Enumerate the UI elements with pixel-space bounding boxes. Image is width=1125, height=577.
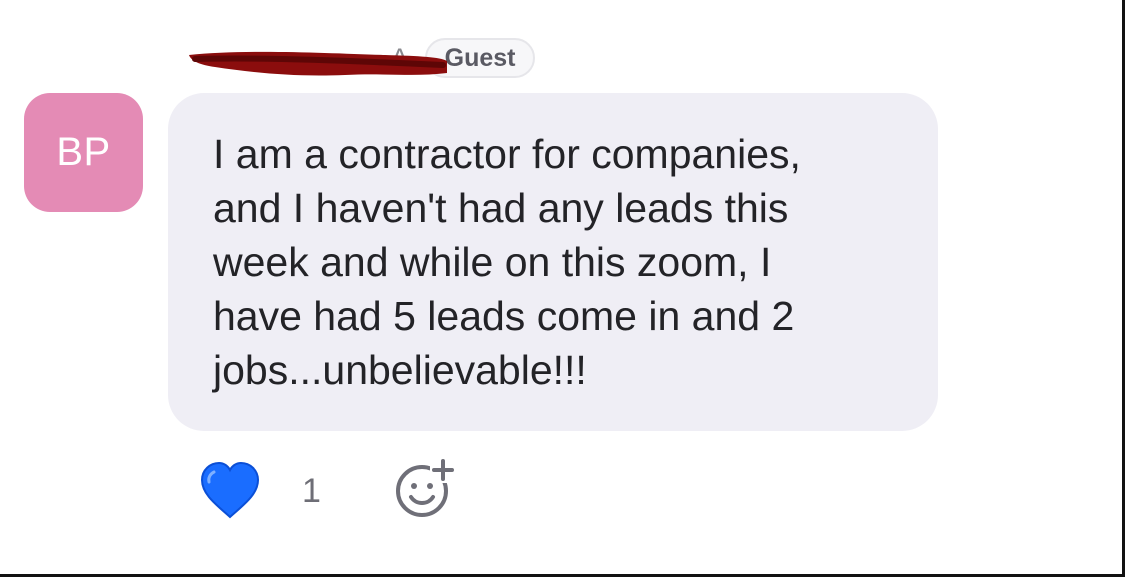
message-text: I am a contractor for companies, and I h… [213, 131, 801, 393]
message-bubble[interactable]: I am a contractor for companies, and I h… [168, 93, 938, 431]
avatar[interactable]: BP [24, 93, 143, 212]
sender-name: Redacted namA [185, 43, 447, 76]
heart-reaction-button[interactable] [198, 459, 262, 523]
heart-icon [200, 462, 260, 519]
sender-header: Redacted namA Guest [185, 34, 536, 82]
redaction-mark [189, 51, 447, 76]
add-emoji-icon [396, 459, 456, 517]
chat-message-screen: BP Redacted namA Guest I am a contractor… [0, 0, 1125, 577]
reaction-bar: 1 [198, 458, 321, 524]
reaction-count: 1 [302, 471, 321, 510]
avatar-initials: BP [56, 130, 111, 174]
add-reaction-button[interactable] [392, 455, 460, 523]
